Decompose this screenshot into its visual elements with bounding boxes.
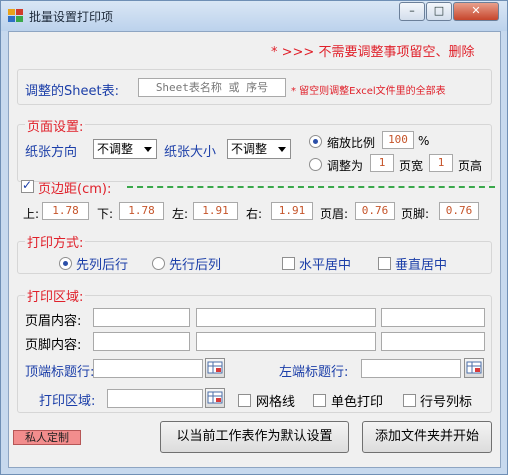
minimize-button[interactable]: – xyxy=(399,2,425,21)
print-area-label: 打印区域: xyxy=(25,286,86,305)
chevron-down-icon xyxy=(278,147,286,152)
app-icon xyxy=(8,9,23,22)
orientation-select[interactable]: 不调整 xyxy=(93,139,157,159)
margin-header-label: 页眉: xyxy=(320,207,349,221)
window-title: 批量设置打印项 xyxy=(29,10,114,24)
orientation-value: 不调整 xyxy=(97,142,134,156)
header-center-input[interactable] xyxy=(196,308,376,327)
set-default-button[interactable]: 以当前工作表作为默认设置 xyxy=(160,421,349,453)
scale-unit: % xyxy=(418,134,430,148)
sheet-note: * 留空则调整Excel文件里的全部表 xyxy=(291,86,446,97)
title-rows-label: 顶端标题行: xyxy=(25,365,95,380)
paper-size-value: 不调整 xyxy=(231,142,268,156)
margin-right-label: 右: xyxy=(246,207,263,221)
row-col-headers-checkbox[interactable] xyxy=(403,394,416,407)
page-setup-label: 页面设置: xyxy=(25,116,86,135)
header-note: * >>> 不需要调整事项留空、删除 xyxy=(271,45,475,60)
range-picker-icon[interactable] xyxy=(464,358,484,378)
scale-radio[interactable] xyxy=(309,135,322,148)
order-down-over-label: 先列后行 xyxy=(76,258,129,273)
fit-wide-label: 页宽 xyxy=(399,159,424,173)
center-vertical-checkbox[interactable] xyxy=(378,257,391,270)
gridlines-label: 网格线 xyxy=(256,395,296,410)
margins-label: 页边距(cm): xyxy=(38,182,112,197)
margins-checkbox[interactable] xyxy=(21,178,34,193)
margin-left-input[interactable]: 1.91 xyxy=(193,202,238,220)
scale-label: 缩放比例 xyxy=(327,136,376,150)
order-down-over-radio[interactable] xyxy=(59,257,72,270)
margin-bottom-label: 下: xyxy=(97,207,114,221)
header-left-input[interactable] xyxy=(93,308,190,327)
range-select-icon xyxy=(207,361,223,374)
range-picker-icon[interactable] xyxy=(205,358,225,378)
range-select-icon xyxy=(207,391,223,404)
margin-left-label: 左: xyxy=(172,207,189,221)
center-vertical-label: 垂直居中 xyxy=(395,258,448,273)
add-folder-start-button[interactable]: 添加文件夹并开始 xyxy=(362,421,492,453)
app-window: 批量设置打印项 – □ ✕ * >>> 不需要调整事项留空、删除 调整的Shee… xyxy=(0,0,508,475)
dialog-body: * >>> 不需要调整事项留空、删除 调整的Sheet表: Sheet表名称 或… xyxy=(8,31,501,468)
title-cols-input[interactable] xyxy=(361,359,461,378)
center-horizontal-label: 水平居中 xyxy=(299,258,352,273)
title-bar: 批量设置打印项 – □ ✕ xyxy=(1,1,507,31)
print-area-input[interactable] xyxy=(107,389,203,408)
sheet-label: 调整的Sheet表: xyxy=(25,84,119,99)
sheet-name-input[interactable]: Sheet表名称 或 序号 xyxy=(138,78,286,97)
paper-size-select[interactable]: 不调整 xyxy=(227,139,291,159)
fit-tall-label: 页高 xyxy=(458,159,483,173)
title-cols-label: 左端标题行: xyxy=(279,365,349,380)
margin-footer-input[interactable]: 0.76 xyxy=(439,202,479,220)
orientation-label: 纸张方向 xyxy=(25,145,78,160)
chevron-down-icon xyxy=(144,147,152,152)
close-button[interactable]: ✕ xyxy=(453,2,499,21)
custom-button[interactable]: 私人定制 xyxy=(13,430,81,445)
center-horizontal-checkbox[interactable] xyxy=(282,257,295,270)
gridlines-checkbox[interactable] xyxy=(238,394,251,407)
range-select-icon xyxy=(466,361,482,374)
header-right-input[interactable] xyxy=(381,308,485,327)
margin-top-label: 上: xyxy=(23,207,40,221)
margin-top-input[interactable]: 1.78 xyxy=(42,202,89,220)
scale-input[interactable]: 100 xyxy=(382,131,414,149)
area-label: 打印区域: xyxy=(39,394,96,409)
title-rows-input[interactable] xyxy=(93,359,203,378)
footer-right-input[interactable] xyxy=(381,332,485,351)
footer-content-label: 页脚内容: xyxy=(25,338,82,353)
mono-print-label: 单色打印 xyxy=(331,395,384,410)
fit-to-radio[interactable] xyxy=(309,158,322,171)
margin-bottom-input[interactable]: 1.78 xyxy=(119,202,164,220)
margin-header-input[interactable]: 0.76 xyxy=(355,202,395,220)
footer-center-input[interactable] xyxy=(196,332,376,351)
mono-print-checkbox[interactable] xyxy=(313,394,326,407)
paper-size-label: 纸张大小 xyxy=(164,145,217,160)
fit-wide-input[interactable]: 1 xyxy=(370,154,394,172)
fit-to-label: 调整为 xyxy=(327,159,364,173)
print-method-label: 打印方式: xyxy=(25,232,86,251)
fit-tall-input[interactable]: 1 xyxy=(429,154,453,172)
header-content-label: 页眉内容: xyxy=(25,314,82,329)
row-col-headers-label: 行号列标 xyxy=(420,395,473,410)
margin-right-input[interactable]: 1.91 xyxy=(271,202,313,220)
footer-left-input[interactable] xyxy=(93,332,190,351)
margin-footer-label: 页脚: xyxy=(401,207,430,221)
maximize-button[interactable]: □ xyxy=(426,2,452,21)
order-over-down-label: 先行后列 xyxy=(169,258,222,273)
range-picker-icon[interactable] xyxy=(205,388,225,408)
order-over-down-radio[interactable] xyxy=(152,257,165,270)
margins-divider xyxy=(127,186,495,188)
